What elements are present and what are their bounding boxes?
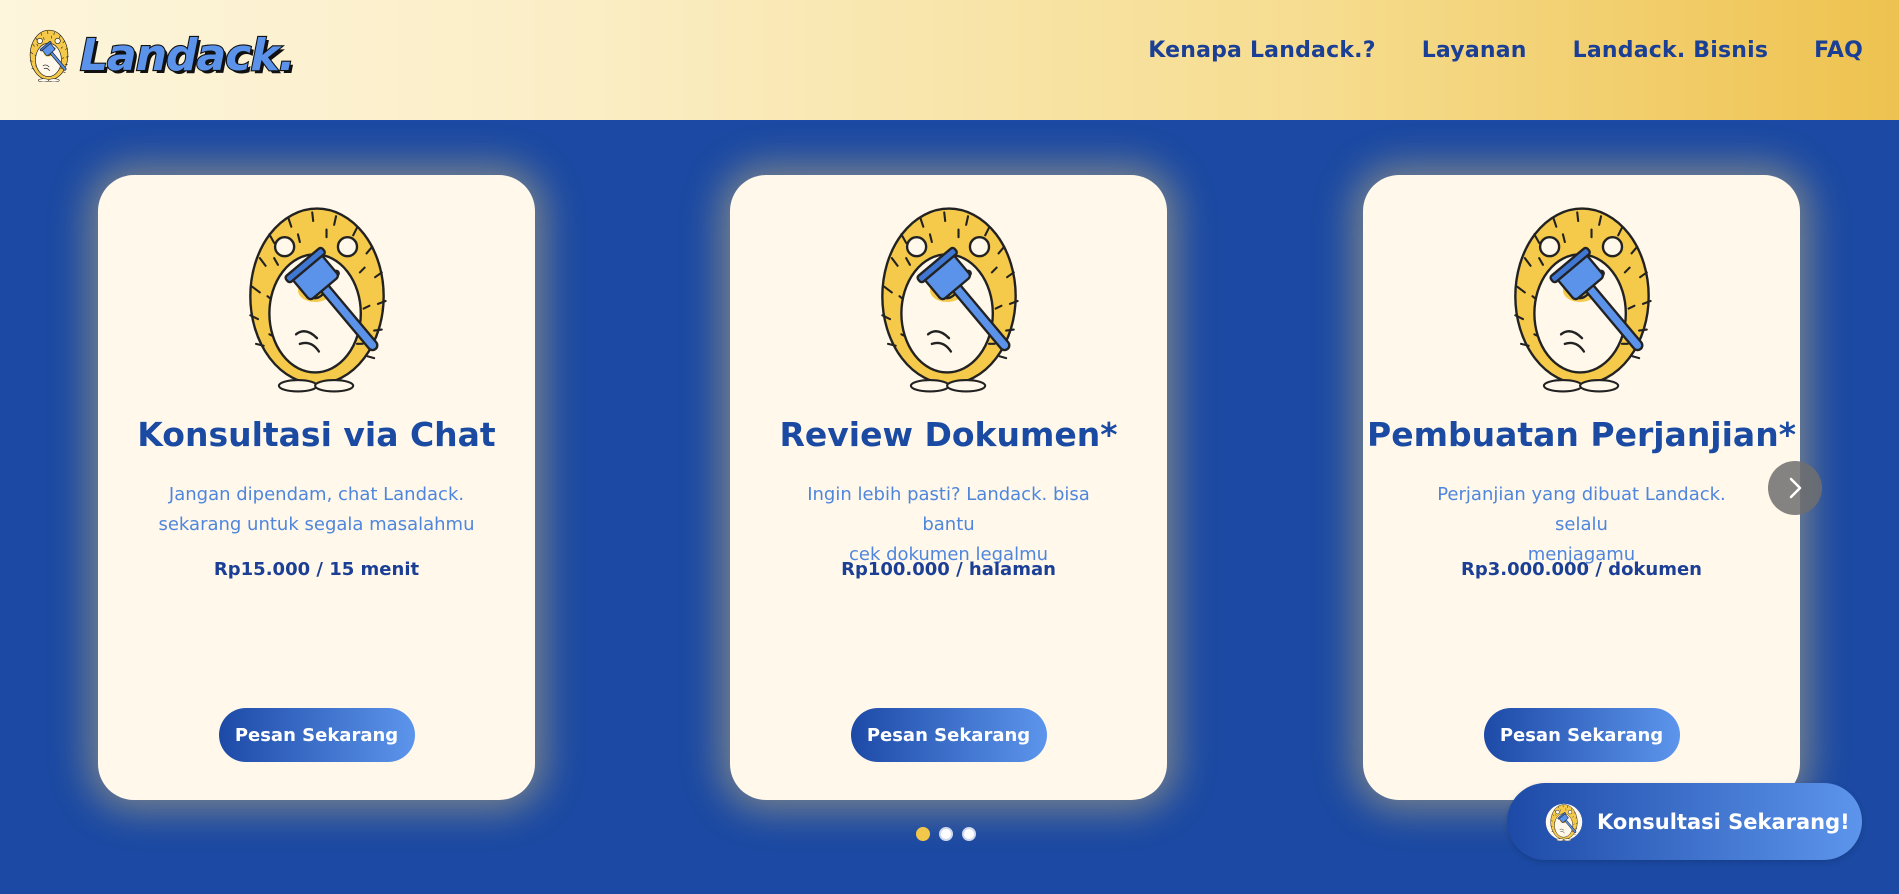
main-nav: Kenapa Landack.? Layanan Landack. Bisnis… [1148,38,1863,63]
logo[interactable]: Landack. [22,28,297,82]
chevron-right-icon [1789,477,1802,499]
card-description: Perjanjian yang dibuat Landack. selalu me… [1437,484,1726,565]
order-now-button[interactable]: Pesan Sekarang [1483,708,1680,762]
hedgehog-logo-icon [1545,803,1583,841]
service-card-agreement: Pembuatan Perjanjian* Perjanjian yang di… [1363,175,1800,800]
card-price: Rp3.000.000 / dokumen [1460,559,1702,580]
card-price: Rp15.000 / 15 menit [213,559,420,580]
card-description: Jangan dipendam, chat Landack. sekarang u… [158,484,475,535]
carousel-dots [916,827,976,841]
logo-wordmark: Landack. [79,28,297,81]
consult-now-button[interactable]: Konsultasi Sekarang! [1507,783,1862,860]
card-title: Review Dokumen* [779,415,1118,454]
nav-business[interactable]: Landack. Bisnis [1573,38,1769,63]
hedgehog-logo-icon [29,29,72,82]
hedgehog-mascot-icon [248,207,395,393]
nav-faq[interactable]: FAQ [1814,38,1863,63]
hedgehog-mascot-icon [1513,207,1660,393]
site-header: Landack. Kenapa Landack.? Layanan Landac… [0,0,1899,120]
hedgehog-mascot-icon [880,207,1027,393]
order-now-button[interactable]: Pesan Sekarang [850,708,1047,762]
nav-services[interactable]: Layanan [1422,38,1527,63]
carousel-dot[interactable] [939,827,953,841]
service-card-review: Review Dokumen* Ingin lebih pasti? Landa… [730,175,1167,800]
order-now-button[interactable]: Pesan Sekarang [218,708,415,762]
card-description: Ingin lebih pasti? Landack. bisa bantu ce… [807,484,1090,565]
service-card-chat: Konsultasi via Chat Jangan dipendam, cha… [98,175,535,800]
consult-now-label: Konsultasi Sekarang! [1597,809,1850,834]
card-title: Pembuatan Perjanjian* [1367,415,1796,454]
carousel-dot[interactable] [916,827,930,841]
carousel-dot[interactable] [962,827,976,841]
carousel-next-button[interactable] [1768,461,1822,515]
nav-why-landack[interactable]: Kenapa Landack.? [1148,38,1375,63]
card-title: Konsultasi via Chat [137,415,496,454]
card-price: Rp100.000 / halaman [841,559,1056,580]
